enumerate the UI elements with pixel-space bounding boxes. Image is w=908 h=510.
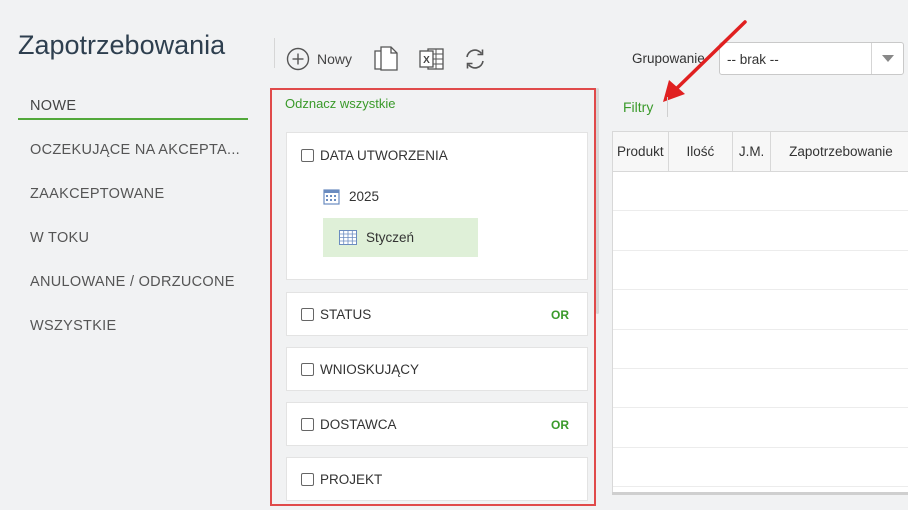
filter-requester-title: WNIOSKUJĄCY (320, 362, 420, 377)
calendar-grid-icon (339, 230, 357, 245)
svg-text:X: X (423, 55, 430, 66)
filter-date-header[interactable]: DATA UTWORZENIA (301, 148, 448, 163)
filter-project-title: PROJEKT (320, 472, 383, 487)
column-header-zapotrzebowanie[interactable]: Zapotrzebowanie (771, 132, 908, 171)
table-row (613, 369, 908, 409)
refresh-icon (466, 49, 484, 69)
nav-item-w-toku[interactable]: W TOKU (18, 220, 248, 264)
nav-item-zaakceptowane[interactable]: ZAAKCEPTOWANE (18, 176, 248, 220)
filter-supplier: DOSTAWCA OR (286, 402, 588, 446)
new-button-label: Nowy (317, 51, 353, 67)
calendar-icon (323, 189, 340, 205)
page-title: Zapotrzebowania (18, 30, 226, 60)
new-button[interactable]: Nowy (286, 44, 352, 74)
filter-status: STATUS OR (286, 292, 588, 336)
filter-project-header[interactable]: PROJEKT (301, 472, 382, 487)
checkbox[interactable] (301, 473, 314, 486)
status-nav: NOWE OCZEKUJĄCE NA AKCEPTA... ZAAKCEPTOW… (18, 88, 248, 352)
table-row (613, 172, 908, 212)
checkbox[interactable] (301, 308, 314, 321)
copy-document-icon (374, 46, 398, 71)
column-header-jm[interactable]: J.M. (733, 132, 771, 171)
filters-toggle-link[interactable]: Filtry (623, 99, 653, 115)
table-row (613, 408, 908, 448)
nav-item-oczekujace[interactable]: OCZEKUJĄCE NA AKCEPTA... (18, 132, 248, 176)
deselect-all-link[interactable]: Odznacz wszystkie (285, 96, 396, 111)
excel-icon: X (419, 48, 444, 70)
toolbar: Nowy X (286, 44, 502, 74)
filter-project: PROJEKT (286, 457, 588, 501)
tree-year-label: 2025 (349, 189, 380, 204)
checkbox[interactable] (301, 418, 314, 431)
checkbox[interactable] (301, 149, 314, 162)
column-header-produkt[interactable]: Produkt (613, 132, 669, 171)
filter-requester: WNIOSKUJĄCY (286, 347, 588, 391)
filter-panel: Odznacz wszystkie DATA UTWORZENIA 2025 S… (270, 88, 596, 506)
requests-grid: Produkt Ilość J.M. Zapotrzebowanie (612, 131, 908, 494)
refresh-button[interactable] (462, 44, 488, 74)
annotation-arrow-icon (663, 20, 747, 102)
filter-date-created: DATA UTWORZENIA 2025 Styczeń (286, 132, 588, 280)
copy-button[interactable] (372, 44, 400, 74)
tree-item-month[interactable]: Styczeń (323, 218, 478, 257)
export-excel-button[interactable]: X (418, 44, 446, 74)
divider (667, 97, 668, 117)
tree-item-year[interactable]: 2025 (323, 188, 379, 205)
filter-status-header[interactable]: STATUS (301, 307, 371, 322)
table-row (613, 330, 908, 369)
filter-supplier-title: DOSTAWCA (320, 417, 397, 432)
table-row (613, 290, 908, 330)
nav-item-nowe[interactable]: NOWE (18, 88, 248, 120)
plus-circle-icon (286, 47, 310, 71)
table-row (613, 211, 908, 251)
or-badge[interactable]: OR (551, 418, 569, 432)
checkbox[interactable] (301, 363, 314, 376)
table-row (613, 251, 908, 291)
column-header-ilosc[interactable]: Ilość (669, 132, 734, 171)
tree-month-label: Styczeń (366, 230, 415, 245)
filter-date-title: DATA UTWORZENIA (320, 148, 448, 163)
nav-item-wszystkie[interactable]: WSZYSTKIE (18, 308, 248, 352)
filter-supplier-header[interactable]: DOSTAWCA (301, 417, 397, 432)
chevron-down-icon[interactable] (871, 43, 903, 74)
grid-horizontal-scrollbar[interactable] (612, 492, 908, 495)
filter-panel-scrollbar[interactable] (596, 88, 599, 314)
nav-item-anulowane[interactable]: ANULOWANE / ODRZUCONE (18, 264, 248, 308)
divider (274, 38, 275, 68)
filter-requester-header[interactable]: WNIOSKUJĄCY (301, 362, 419, 377)
filter-status-title: STATUS (320, 307, 372, 322)
table-row (613, 448, 908, 488)
or-badge[interactable]: OR (551, 308, 569, 322)
grid-header: Produkt Ilość J.M. Zapotrzebowanie (613, 132, 908, 172)
